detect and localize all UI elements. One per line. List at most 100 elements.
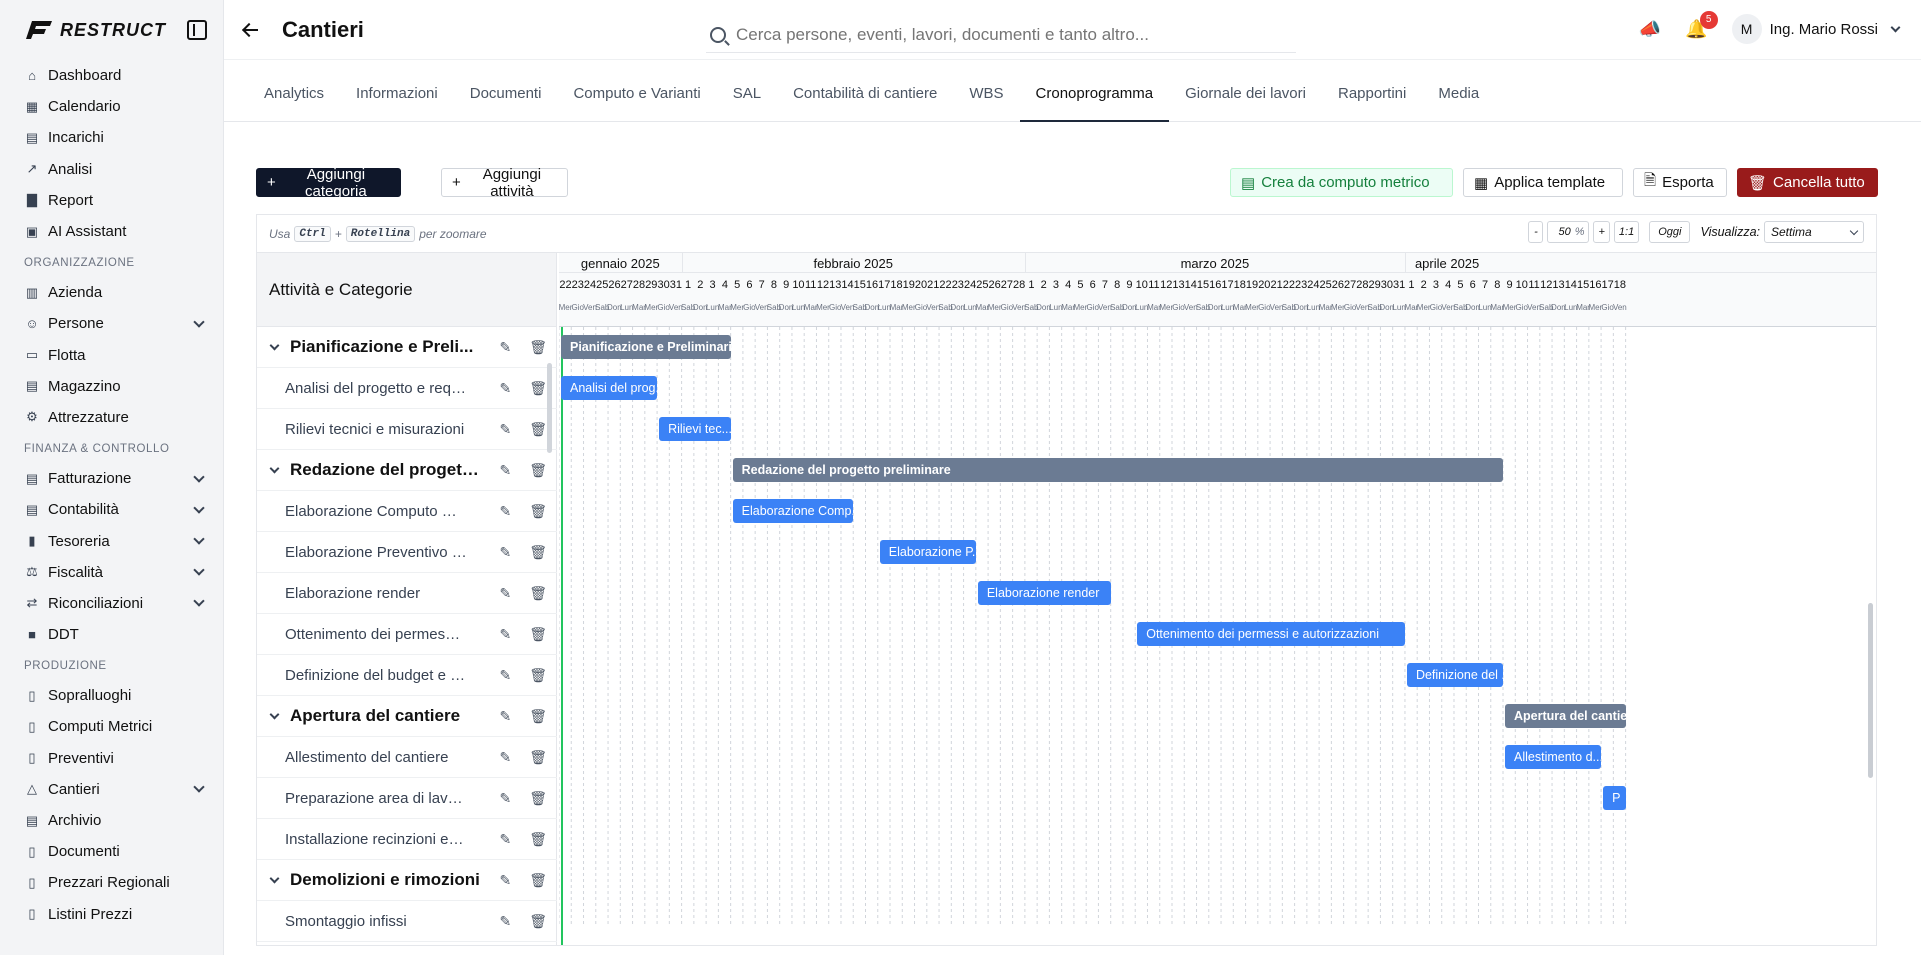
- chevron-down-icon[interactable]: [269, 873, 280, 883]
- trash-icon[interactable]: 🗑: [529, 421, 547, 438]
- sidebar-item-computi-metrici[interactable]: ▯ Computi Metrici: [24, 711, 207, 742]
- trash-icon[interactable]: 🗑: [529, 749, 547, 766]
- edit-pencil-icon[interactable]: ✎: [499, 503, 511, 520]
- tab-sal[interactable]: SAL: [717, 60, 777, 122]
- apply-template-button[interactable]: ▦ Applica template: [1463, 168, 1623, 197]
- back-arrow-icon[interactable]: [242, 21, 260, 39]
- trash-icon[interactable]: 🗑: [529, 544, 547, 561]
- add-activity-button[interactable]: + Aggiungi attività: [441, 166, 568, 200]
- edit-pencil-icon[interactable]: ✎: [499, 585, 511, 602]
- activity-row[interactable]: Rilievi tecnici e misurazioni ✎ 🗑: [257, 409, 557, 450]
- sidebar-item-flotta[interactable]: ▭ Flotta: [24, 340, 207, 371]
- delete-all-button[interactable]: 🗑 Cancella tutto: [1737, 168, 1878, 197]
- activity-row[interactable]: Preparazione area di lavoro ✎ 🗑: [257, 778, 557, 819]
- category-row[interactable]: Pianificazione e Preli... ✎ 🗑: [257, 327, 557, 368]
- sidebar-collapse-icon[interactable]: [187, 20, 207, 40]
- tab-contabilit-di-cantiere[interactable]: Contabilità di cantiere: [777, 60, 953, 122]
- edit-pencil-icon[interactable]: ✎: [499, 462, 511, 479]
- tab-media[interactable]: Media: [1422, 60, 1495, 122]
- sidebar-item-tesoreria[interactable]: ▮ Tesoreria: [24, 525, 207, 556]
- tab-computo-e-varianti[interactable]: Computo e Varianti: [557, 60, 716, 122]
- category-row[interactable]: Redazione del progett... ✎ 🗑: [257, 450, 557, 491]
- activity-row[interactable]: Definizione del budget e c... ✎ 🗑: [257, 655, 557, 696]
- megaphone-icon[interactable]: 📣: [1639, 19, 1661, 40]
- activity-bar[interactable]: Analisi del prog...: [561, 376, 658, 400]
- activity-bar[interactable]: P: [1603, 786, 1626, 810]
- category-row[interactable]: Apertura del cantiere ✎ 🗑: [257, 696, 557, 737]
- create-from-computo-button[interactable]: ▤ Crea da computo metrico: [1230, 168, 1453, 197]
- tab-cronoprogramma[interactable]: Cronoprogramma: [1019, 60, 1170, 122]
- trash-icon[interactable]: 🗑: [529, 872, 547, 889]
- activity-bar[interactable]: Rilievi tec...: [659, 417, 731, 441]
- edit-pencil-icon[interactable]: ✎: [499, 421, 511, 438]
- sidebar-item-listini-prezzi[interactable]: ▯ Listini Prezzi: [24, 899, 207, 930]
- sidebar-item-analisi[interactable]: ↗ Analisi: [24, 154, 207, 185]
- sidebar-item-azienda[interactable]: ▥ Azienda: [24, 277, 207, 308]
- sidebar-item-cantieri[interactable]: △ Cantieri: [24, 774, 207, 805]
- sidebar-item-report[interactable]: ▇ Report: [24, 185, 207, 216]
- edit-pencil-icon[interactable]: ✎: [499, 708, 511, 725]
- activity-row[interactable]: Installazione recinzioni e se... ✎ 🗑: [257, 819, 557, 860]
- category-row[interactable]: Demolizioni e rimozioni ✎ 🗑: [257, 860, 557, 901]
- tab-rapportini[interactable]: Rapportini: [1322, 60, 1422, 122]
- sidebar-item-ddt[interactable]: ■ DDT: [24, 619, 207, 650]
- sidebar-item-calendario[interactable]: ▦ Calendario: [24, 91, 207, 122]
- zoom-reset-button[interactable]: 1:1: [1613, 221, 1640, 243]
- activity-row[interactable]: Elaborazione render ✎ 🗑: [257, 573, 557, 614]
- brand-logo[interactable]: RESTRUCT: [24, 19, 166, 41]
- trash-icon[interactable]: 🗑: [529, 626, 547, 643]
- sidebar-item-attrezzature[interactable]: ⚙ Attrezzature: [24, 402, 207, 433]
- timeline-scrollbar[interactable]: [1868, 603, 1873, 778]
- view-select[interactable]: Settima: [1764, 221, 1864, 243]
- sidebar-item-persone[interactable]: ☺ Persone: [24, 308, 207, 339]
- tab-analytics[interactable]: Analytics: [248, 60, 340, 122]
- trash-icon[interactable]: 🗑: [529, 790, 547, 807]
- search-input[interactable]: [736, 24, 1256, 45]
- trash-icon[interactable]: 🗑: [529, 708, 547, 725]
- activity-row[interactable]: Smontaggio infissi ✎ 🗑: [257, 901, 557, 942]
- trash-icon[interactable]: 🗑: [529, 503, 547, 520]
- activity-bar[interactable]: Elaborazione Comp...: [732, 499, 854, 523]
- sidebar-item-riconciliazioni[interactable]: ⇄ Riconciliazioni: [24, 588, 207, 619]
- tab-informazioni[interactable]: Informazioni: [340, 60, 454, 122]
- today-button[interactable]: Oggi: [1649, 221, 1691, 243]
- chevron-down-icon[interactable]: [269, 709, 280, 719]
- sidebar-item-fiscalit-[interactable]: ⚖ Fiscalità: [24, 557, 207, 588]
- activity-row[interactable]: Analisi del progetto e requi... ✎ 🗑: [257, 368, 557, 409]
- category-bar[interactable]: Redazione del progetto preliminare: [732, 458, 1503, 482]
- edit-pencil-icon[interactable]: ✎: [499, 872, 511, 889]
- sidebar-item-magazzino[interactable]: ▤ Magazzino: [24, 371, 207, 402]
- sidebar-item-prezzari-regionali[interactable]: ▯ Prezzari Regionali: [24, 867, 207, 898]
- sidebar-item-ai-assistant[interactable]: ▣ AI Assistant: [24, 216, 207, 247]
- sidebar-item-fatturazione[interactable]: ▤ Fatturazione: [24, 463, 207, 494]
- chevron-down-icon[interactable]: [269, 463, 280, 473]
- zoom-in-button[interactable]: +: [1593, 221, 1610, 243]
- list-scrollbar[interactable]: [547, 363, 552, 453]
- trash-icon[interactable]: 🗑: [529, 585, 547, 602]
- tab-documenti[interactable]: Documenti: [454, 60, 558, 122]
- edit-pencil-icon[interactable]: ✎: [499, 339, 511, 356]
- sidebar-item-dashboard[interactable]: ⌂ Dashboard: [24, 60, 207, 91]
- edit-pencil-icon[interactable]: ✎: [499, 749, 511, 766]
- category-bar[interactable]: Pianificazione e Preliminari: [561, 335, 731, 359]
- trash-icon[interactable]: 🗑: [529, 462, 547, 479]
- activity-row[interactable]: Elaborazione Computo Met... ✎ 🗑: [257, 491, 557, 532]
- edit-pencil-icon[interactable]: ✎: [499, 380, 511, 397]
- trash-icon[interactable]: 🗑: [529, 339, 547, 356]
- user-menu[interactable]: M Ing. Mario Rossi: [1731, 14, 1901, 44]
- activity-row[interactable]: Elaborazione Preventivo Di... ✎ 🗑: [257, 532, 557, 573]
- sidebar-item-contabilit-[interactable]: ▤ Contabilità: [24, 494, 207, 525]
- tab-giornale-dei-lavori[interactable]: Giornale dei lavori: [1169, 60, 1322, 122]
- activity-row[interactable]: Allestimento del cantiere ✎ 🗑: [257, 737, 557, 778]
- activity-bar[interactable]: Elaborazione P...: [879, 540, 976, 564]
- zoom-level-input[interactable]: 50%: [1547, 221, 1590, 243]
- trash-icon[interactable]: 🗑: [529, 667, 547, 684]
- tab-wbs[interactable]: WBS: [953, 60, 1019, 122]
- sidebar-item-sopralluoghi[interactable]: ▯ Sopralluoghi: [24, 680, 207, 711]
- edit-pencil-icon[interactable]: ✎: [499, 626, 511, 643]
- activity-bar[interactable]: Allestimento d...: [1505, 745, 1602, 769]
- trash-icon[interactable]: 🗑: [529, 913, 547, 930]
- category-bar[interactable]: Apertura del cantiere: [1505, 704, 1626, 728]
- edit-pencil-icon[interactable]: ✎: [499, 544, 511, 561]
- sidebar-item-documenti[interactable]: ▯ Documenti: [24, 836, 207, 867]
